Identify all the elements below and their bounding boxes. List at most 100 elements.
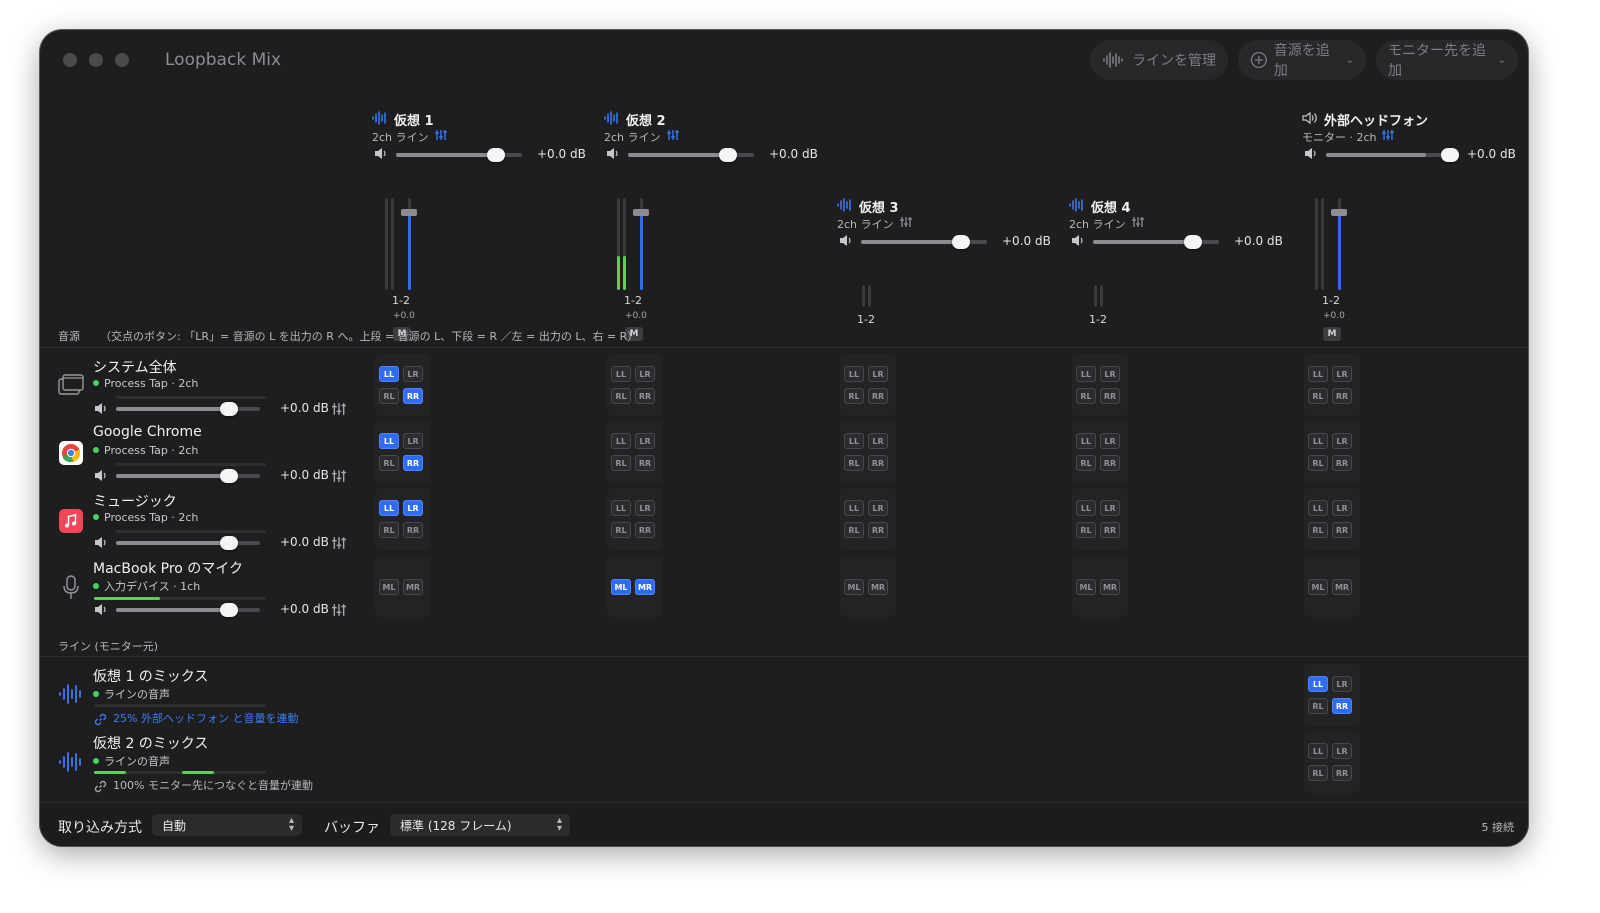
volume-slider[interactable] xyxy=(1326,148,1459,162)
route-button-ll[interactable]: LL xyxy=(1308,500,1328,516)
buffer-select[interactable]: 標準 (128 フレーム) ▴ ▾ xyxy=(390,814,570,836)
route-button-rr[interactable]: RR xyxy=(403,522,423,538)
add-source-button[interactable]: 音源を追加 ⌄ xyxy=(1238,40,1366,80)
equalizer-icon[interactable] xyxy=(332,469,346,483)
equalizer-icon[interactable] xyxy=(900,216,912,228)
zoom-window-button[interactable] xyxy=(115,53,129,67)
route-button-rl[interactable]: RL xyxy=(1308,522,1328,538)
fader-handle[interactable] xyxy=(633,209,649,216)
route-button-ll[interactable]: LL xyxy=(611,366,631,382)
volume-slider[interactable] xyxy=(861,235,987,249)
route-button-lr[interactable]: LR xyxy=(403,366,423,382)
route-button-ll[interactable]: LL xyxy=(1308,433,1328,449)
equalizer-icon[interactable] xyxy=(332,402,346,416)
route-button-rr[interactable]: RR xyxy=(868,388,888,404)
slider-knob[interactable] xyxy=(220,536,238,550)
route-button-rl[interactable]: RL xyxy=(1308,388,1328,404)
route-button-rl[interactable]: RL xyxy=(379,455,399,471)
route-button-lr[interactable]: LR xyxy=(635,366,655,382)
route-button-ll[interactable]: LL xyxy=(1308,366,1328,382)
slider-knob[interactable] xyxy=(952,235,970,249)
equalizer-icon[interactable] xyxy=(1382,129,1394,141)
route-button-rl[interactable]: RL xyxy=(844,455,864,471)
route-button-lr[interactable]: LR xyxy=(1332,676,1352,692)
route-button-rr[interactable]: RR xyxy=(1332,765,1352,781)
route-button-rl[interactable]: RL xyxy=(844,522,864,538)
route-button-rl[interactable]: RL xyxy=(379,388,399,404)
source-volume-slider[interactable] xyxy=(116,536,260,550)
route-button-ll[interactable]: LL xyxy=(844,433,864,449)
equalizer-icon[interactable] xyxy=(332,603,346,617)
route-button-ll[interactable]: LL xyxy=(379,366,399,382)
slider-knob[interactable] xyxy=(719,148,737,162)
route-button-lr[interactable]: LR xyxy=(1332,366,1352,382)
slider-knob[interactable] xyxy=(220,402,238,416)
route-button-ll[interactable]: LL xyxy=(1076,433,1096,449)
slider-knob[interactable] xyxy=(1441,148,1459,162)
route-button-rl[interactable]: RL xyxy=(611,388,631,404)
route-button-lr[interactable]: LR xyxy=(868,433,888,449)
capture-mode-select[interactable]: 自動 ▴ ▾ xyxy=(152,814,302,836)
route-button-ll[interactable]: LL xyxy=(611,500,631,516)
route-button-rr[interactable]: RR xyxy=(1100,455,1120,471)
route-button-rr[interactable]: RR xyxy=(1332,455,1352,471)
route-button-lr[interactable]: LR xyxy=(403,500,423,516)
route-button-lr[interactable]: LR xyxy=(635,500,655,516)
slider-knob[interactable] xyxy=(1184,235,1202,249)
route-button-ml[interactable]: ML xyxy=(611,579,631,595)
route-button-lr[interactable]: LR xyxy=(868,500,888,516)
route-button-lr[interactable]: LR xyxy=(1332,500,1352,516)
close-window-button[interactable] xyxy=(63,53,77,67)
route-button-rr[interactable]: RR xyxy=(1332,522,1352,538)
route-button-mr[interactable]: MR xyxy=(403,579,423,595)
route-button-ll[interactable]: LL xyxy=(611,433,631,449)
route-button-rr[interactable]: RR xyxy=(635,455,655,471)
fader-handle[interactable] xyxy=(401,209,417,216)
volume-link[interactable]: 25% 外部ヘッドフォン と音量を連動 xyxy=(94,710,298,726)
equalizer-icon[interactable] xyxy=(1132,216,1144,228)
volume-slider[interactable] xyxy=(628,148,754,162)
fader-handle[interactable] xyxy=(1331,209,1347,216)
slider-knob[interactable] xyxy=(220,469,238,483)
route-button-mr[interactable]: MR xyxy=(1332,579,1352,595)
route-button-lr[interactable]: LR xyxy=(868,366,888,382)
route-button-lr[interactable]: LR xyxy=(1100,433,1120,449)
equalizer-icon[interactable] xyxy=(332,536,346,550)
route-button-rl[interactable]: RL xyxy=(379,522,399,538)
route-button-rr[interactable]: RR xyxy=(403,388,423,404)
route-button-lr[interactable]: LR xyxy=(403,433,423,449)
route-button-rr[interactable]: RR xyxy=(1332,698,1352,714)
route-button-ll[interactable]: LL xyxy=(1308,676,1328,692)
route-button-rr[interactable]: RR xyxy=(868,522,888,538)
add-monitor-button[interactable]: モニター先を追加 ⌄ xyxy=(1376,40,1518,80)
route-button-rl[interactable]: RL xyxy=(1308,455,1328,471)
route-button-rl[interactable]: RL xyxy=(611,455,631,471)
slider-knob[interactable] xyxy=(220,603,238,617)
route-button-ll[interactable]: LL xyxy=(379,500,399,516)
manage-lines-button[interactable]: ラインを管理 xyxy=(1090,40,1228,80)
route-button-lr[interactable]: LR xyxy=(1332,743,1352,759)
route-button-ml[interactable]: ML xyxy=(844,579,864,595)
route-button-rr[interactable]: RR xyxy=(868,455,888,471)
route-button-ll[interactable]: LL xyxy=(844,366,864,382)
route-button-mr[interactable]: MR xyxy=(868,579,888,595)
volume-slider[interactable] xyxy=(396,148,522,162)
route-button-rr[interactable]: RR xyxy=(635,388,655,404)
route-button-lr[interactable]: LR xyxy=(635,433,655,449)
equalizer-icon[interactable] xyxy=(435,129,447,141)
route-button-ll[interactable]: LL xyxy=(1308,743,1328,759)
route-button-rl[interactable]: RL xyxy=(844,388,864,404)
route-button-rl[interactable]: RL xyxy=(1076,388,1096,404)
route-button-mr[interactable]: MR xyxy=(635,579,655,595)
route-button-lr[interactable]: LR xyxy=(1332,433,1352,449)
route-button-ml[interactable]: ML xyxy=(379,579,399,595)
route-button-rl[interactable]: RL xyxy=(611,522,631,538)
route-button-rr[interactable]: RR xyxy=(1100,388,1120,404)
route-button-lr[interactable]: LR xyxy=(1100,366,1120,382)
route-button-rr[interactable]: RR xyxy=(635,522,655,538)
route-button-ml[interactable]: ML xyxy=(1076,579,1096,595)
route-button-ll[interactable]: LL xyxy=(844,500,864,516)
route-button-rr[interactable]: RR xyxy=(1332,388,1352,404)
source-volume-slider[interactable] xyxy=(116,469,260,483)
route-button-ll[interactable]: LL xyxy=(1076,500,1096,516)
